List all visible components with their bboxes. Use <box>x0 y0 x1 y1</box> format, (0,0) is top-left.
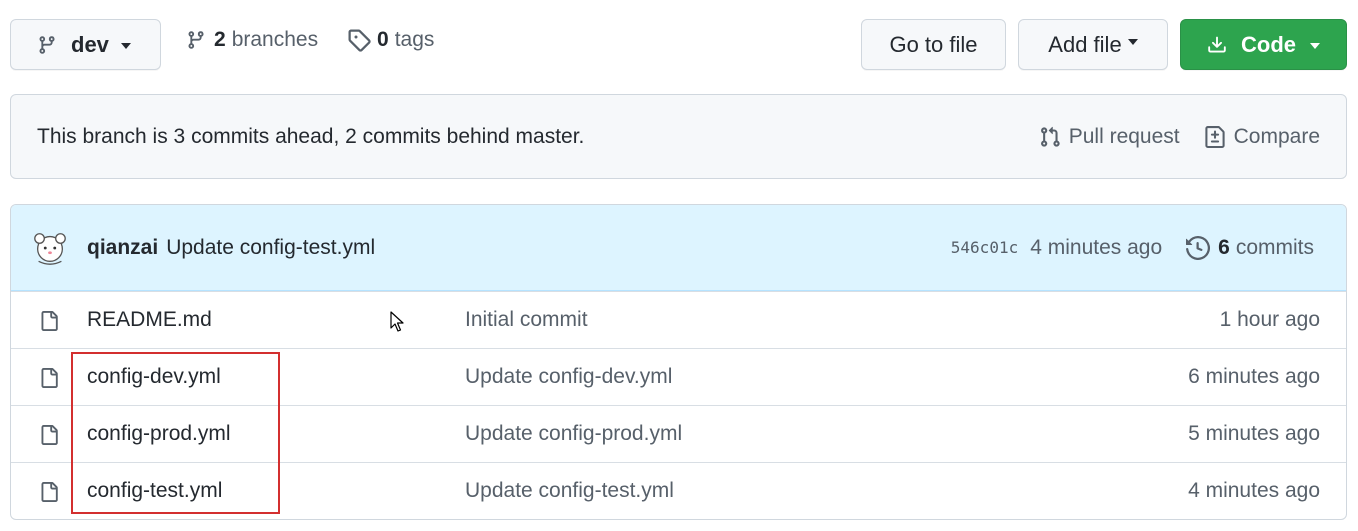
git-branch-icon <box>39 35 55 54</box>
commits-count: 6 <box>1218 235 1230 259</box>
branches-link[interactable]: 2 branches <box>186 28 318 52</box>
latest-commit-bar: qianzai Update config-test.yml 546c01c 4… <box>11 205 1346 291</box>
branches-count: 2 <box>214 28 226 51</box>
tag-icon <box>348 29 371 52</box>
chevron-down-icon <box>1310 42 1320 49</box>
tags-label: tags <box>394 28 435 51</box>
go-to-file-button[interactable]: Go to file <box>861 19 1006 70</box>
file-commit-time: 1 hour ago <box>1219 308 1320 331</box>
branches-label: branches <box>231 28 319 51</box>
file-name[interactable]: config-prod.yml <box>87 422 231 446</box>
file-name[interactable]: config-test.yml <box>87 479 222 503</box>
file-commit-message[interactable]: Update config-dev.yml <box>465 365 672 389</box>
commit-time: 4 minutes ago <box>1030 235 1163 259</box>
file-commit-time: 5 minutes ago <box>1188 422 1320 445</box>
history-icon <box>1186 235 1211 260</box>
commit-message[interactable]: Update config-test.yml <box>166 236 951 260</box>
add-file-label: Add file <box>1048 31 1122 57</box>
branch-status-bar: This branch is 3 commits ahead, 2 commit… <box>10 94 1347 179</box>
git-pull-request-icon <box>1040 126 1060 147</box>
branch-status-message: This branch is 3 commits ahead, 2 commit… <box>37 124 585 148</box>
file-row[interactable]: README.md Initial commit 1 hour ago <box>11 291 1346 348</box>
tags-count: 0 <box>377 28 389 51</box>
code-label: Code <box>1241 31 1296 57</box>
file-commit-message[interactable]: Update config-test.yml <box>465 479 674 503</box>
add-file-button[interactable]: Add file <box>1018 19 1168 70</box>
commit-author[interactable]: qianzai <box>87 236 158 260</box>
compare-link[interactable]: Compare <box>1204 125 1320 149</box>
file-icon <box>41 425 58 445</box>
go-to-file-label: Go to file <box>889 31 978 57</box>
file-icon <box>41 311 58 331</box>
file-commit-time: 6 minutes ago <box>1188 365 1320 388</box>
file-row[interactable]: config-prod.yml Update config-prod.yml 5… <box>11 405 1346 462</box>
pull-request-label: Pull request <box>1068 124 1180 148</box>
commits-label: commits <box>1235 235 1314 259</box>
pull-request-link[interactable]: Pull request <box>1039 125 1180 149</box>
file-commit-message[interactable]: Initial commit <box>465 308 588 332</box>
file-name[interactable]: config-dev.yml <box>87 365 221 389</box>
commit-sha[interactable]: 546c01c <box>951 238 1018 257</box>
file-icon <box>41 482 58 502</box>
avatar[interactable] <box>31 229 69 267</box>
file-commit-time: 4 minutes ago <box>1188 479 1320 502</box>
mouse-cursor-icon <box>390 311 404 332</box>
chevron-down-icon <box>120 42 131 49</box>
file-row[interactable]: config-dev.yml Update config-dev.yml 6 m… <box>11 348 1346 405</box>
file-name[interactable]: README.md <box>87 308 212 332</box>
tags-link[interactable]: 0 tags <box>347 28 434 52</box>
commits-history-link[interactable]: 6 commits <box>1186 236 1314 260</box>
file-diff-icon <box>1205 125 1225 148</box>
file-commit-message[interactable]: Update config-prod.yml <box>465 422 682 446</box>
chevron-down-icon <box>1127 38 1138 45</box>
file-icon <box>41 368 58 388</box>
file-row[interactable]: config-test.yml Update config-test.yml 4… <box>11 462 1346 519</box>
compare-label: Compare <box>1233 124 1320 148</box>
branch-name: dev <box>71 31 109 57</box>
branch-select-button[interactable]: dev <box>10 19 161 70</box>
file-browser: qianzai Update config-test.yml 546c01c 4… <box>10 204 1347 520</box>
code-button[interactable]: Code <box>1180 19 1347 70</box>
git-branch-icon <box>188 31 204 49</box>
download-icon <box>1208 36 1226 52</box>
